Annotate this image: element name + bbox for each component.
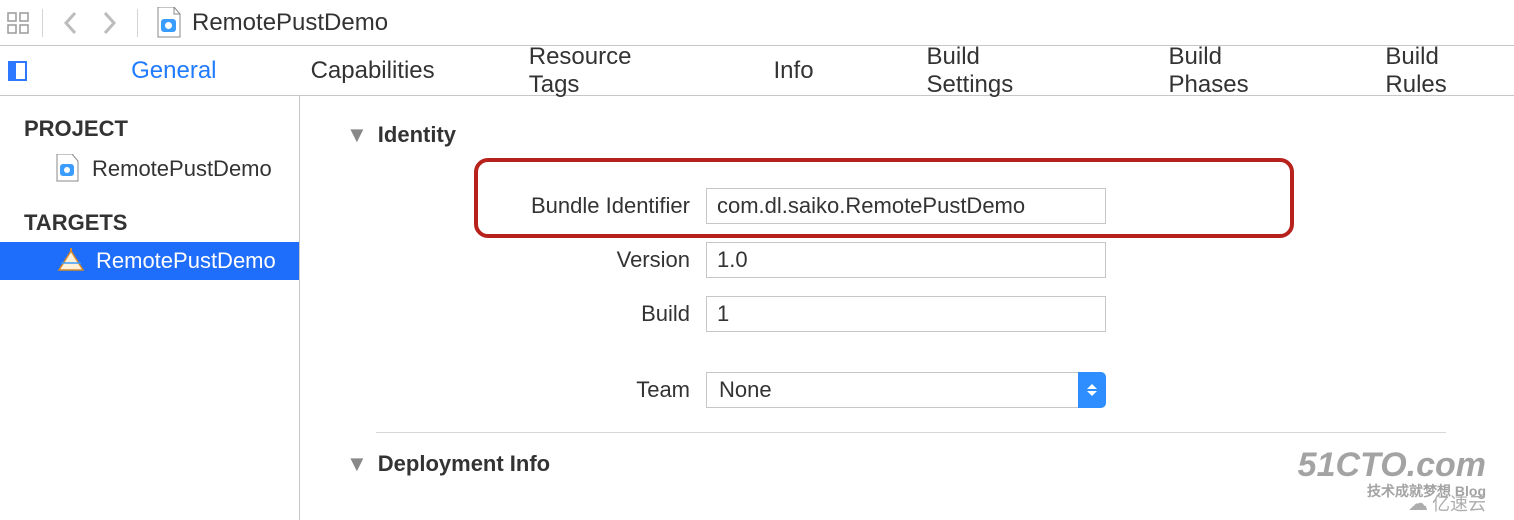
watermark-yisu: ☁ 亿速云 [1408, 490, 1486, 516]
bundle-identifier-input[interactable] [706, 188, 1106, 224]
bundle-identifier-label: Bundle Identifier [326, 193, 706, 219]
breadcrumb-project-name: RemotePustDemo [192, 9, 388, 37]
team-select[interactable]: None [706, 372, 1106, 408]
separator [42, 9, 43, 37]
navigator-project-label: RemotePustDemo [92, 156, 272, 182]
related-items-icon[interactable] [6, 11, 30, 35]
project-file-icon [56, 154, 82, 184]
watermark2-text: 亿速云 [1432, 490, 1486, 516]
app-target-icon [56, 248, 86, 274]
show-navigator-icon[interactable] [8, 61, 27, 81]
navigator-targets-heading: TARGETS [0, 190, 299, 242]
team-value: None [706, 372, 1078, 408]
back-arrow-icon[interactable] [55, 9, 87, 37]
project-navigator: PROJECT RemotePustDemo TARGETS RemotePus… [0, 96, 300, 520]
tab-build-settings[interactable]: Build Settings [913, 43, 1080, 99]
stepper-icon[interactable] [1078, 372, 1106, 408]
watermark-text-big: 51CTO.com [1298, 448, 1486, 482]
cloud-icon: ☁ [1408, 491, 1428, 516]
forward-arrow-icon[interactable] [93, 9, 125, 37]
disclosure-triangle-icon[interactable]: ▼ [346, 451, 368, 477]
tab-resource-tags[interactable]: Resource Tags [515, 43, 694, 99]
project-file-icon [156, 7, 184, 39]
identity-heading: Identity [378, 122, 456, 148]
breadcrumb[interactable]: RemotePustDemo [156, 7, 388, 39]
team-row: Team None [326, 372, 1514, 408]
build-label: Build [326, 301, 706, 327]
version-input[interactable] [706, 242, 1106, 278]
tab-build-phases[interactable]: Build Phases [1155, 43, 1315, 99]
navigator-target-item[interactable]: RemotePustDemo [0, 242, 299, 280]
tab-capabilities[interactable]: Capabilities [297, 57, 449, 85]
identity-section-header[interactable]: ▼ Identity [346, 122, 1514, 148]
toolbar: RemotePustDemo [0, 0, 1514, 46]
separator [137, 9, 138, 37]
team-label: Team [326, 377, 706, 403]
tab-general[interactable]: General [117, 57, 230, 85]
bundle-identifier-row: Bundle Identifier [326, 188, 1514, 224]
deployment-heading: Deployment Info [378, 451, 550, 477]
build-row: Build [326, 296, 1514, 332]
editor-tabs: General Capabilities Resource Tags Info … [0, 46, 1514, 96]
navigator-project-item[interactable]: RemotePustDemo [0, 148, 299, 190]
version-label: Version [326, 247, 706, 273]
navigator-target-label: RemotePustDemo [96, 248, 276, 274]
version-row: Version [326, 242, 1514, 278]
build-input[interactable] [706, 296, 1106, 332]
disclosure-triangle-icon[interactable]: ▼ [346, 122, 368, 148]
tab-build-rules[interactable]: Build Rules [1371, 43, 1514, 99]
section-divider [376, 432, 1446, 433]
navigator-project-heading: PROJECT [0, 96, 299, 148]
tab-info[interactable]: Info [760, 57, 828, 85]
